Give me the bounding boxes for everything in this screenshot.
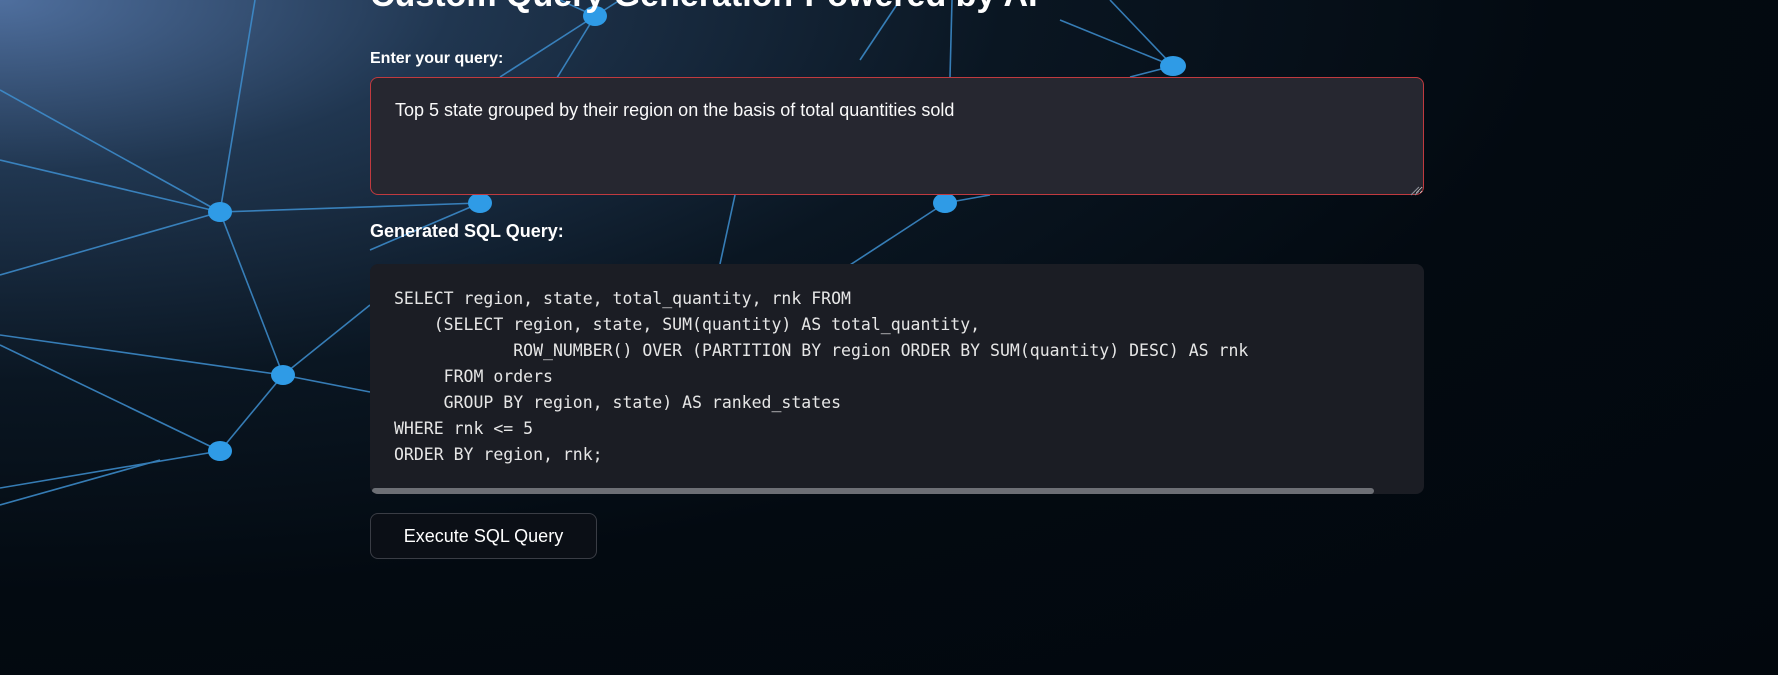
sql-code: SELECT region, state, total_quantity, rn…: [370, 264, 1424, 468]
sql-line-where: WHERE rnk <= 5: [394, 419, 534, 438]
sql-line: SELECT region, state, total_quantity, rn…: [394, 289, 851, 308]
sql-line: ROW_NUMBER() OVER (PARTITION BY region O…: [394, 341, 1249, 360]
sql-line: FROM orders: [394, 367, 553, 386]
resize-grip-icon[interactable]: [1410, 183, 1420, 196]
sql-code-block: SELECT region, state, total_quantity, rn…: [370, 264, 1424, 494]
sql-line: GROUP BY region, state) AS ranked_states: [394, 393, 842, 412]
generated-sql-label: Generated SQL Query:: [370, 221, 564, 241]
execute-sql-button[interactable]: Execute SQL Query: [370, 513, 597, 559]
page-title: Custom Query Generation-Powered by AI: [370, 0, 1038, 15]
app-page: Custom Query Generation-Powered by AI En…: [0, 0, 1778, 675]
query-input[interactable]: Top 5 state grouped by their region on t…: [370, 77, 1424, 195]
query-label: Enter your query:: [370, 50, 504, 67]
sql-line: ORDER BY region, rnk;: [394, 445, 603, 464]
sql-line: (SELECT region, state, SUM(quantity) AS …: [394, 315, 981, 334]
code-horizontal-scrollbar[interactable]: [372, 488, 1374, 494]
